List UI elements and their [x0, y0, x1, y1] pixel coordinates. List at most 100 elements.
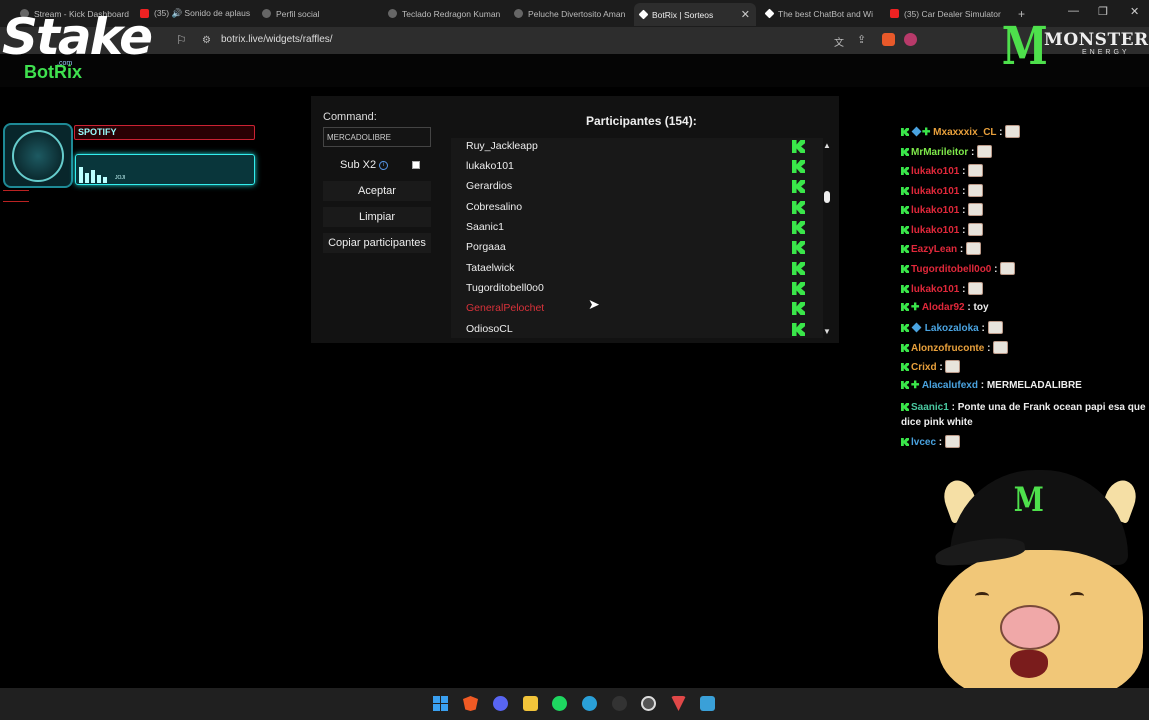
botrix-icon [638, 9, 649, 20]
tab-peluche[interactable]: Peluche Divertosito Aman [508, 4, 626, 23]
chat-username: lukako101 [911, 166, 960, 177]
address-bar: ⚐ ⚙ botrix.live/widgets/raffles/ 文 ⇪ [0, 27, 1149, 54]
botrix-icon [764, 8, 775, 19]
spotify-title: SPOTIFY [78, 127, 117, 137]
botrix-logo: BotRix [24, 62, 82, 82]
kick-badge-icon [901, 324, 909, 332]
accept-button[interactable]: Aceptar [323, 181, 431, 201]
maximize-icon[interactable]: ❐ [1098, 5, 1108, 18]
equalizer-bar [79, 167, 83, 183]
translate-icon[interactable]: 文 [834, 34, 844, 49]
kick-badge-icon [901, 245, 909, 253]
chat-message: EazyLean : [901, 242, 982, 255]
clear-button[interactable]: Limpiar [323, 207, 431, 227]
brave-rewards-icon[interactable] [904, 33, 917, 46]
bookmark-icon[interactable]: ⚐ [176, 33, 187, 47]
participants-list[interactable]: Ruy_Jackleapp lukako101 Gerardios Cobres… [451, 138, 823, 338]
chat-message: Tugorditobell0o0 : [901, 262, 1016, 275]
botrix-logo-suffix: .com [57, 60, 73, 67]
participant-name: Tugorditobell0o0 [466, 282, 544, 294]
tab-botrix-sorteos[interactable]: BotRix | Sorteos ✕ [634, 3, 756, 26]
list-item[interactable]: lukako101 [451, 158, 823, 178]
chat-message: Alonzofruconte : [901, 341, 1009, 354]
youtube-icon [890, 9, 899, 18]
list-item[interactable]: Saanic1 [451, 219, 823, 239]
close-window-icon[interactable]: ✕ [1130, 5, 1139, 18]
tab-perfil-social[interactable]: Perfil social [256, 4, 374, 23]
chat-message: lukako101 : [901, 203, 984, 216]
emote-icon [987, 321, 1003, 334]
emote-icon [968, 164, 984, 177]
chat-message: ✚ Mxaxxxix_CL : [901, 125, 1021, 138]
chat-username: lukako101 [911, 205, 960, 216]
list-item[interactable]: OdiosoCL [451, 321, 823, 338]
sub-x2-checkbox[interactable] [412, 161, 420, 169]
scrollbar-thumb[interactable] [824, 191, 830, 203]
chat-username: Alacalufexd [921, 380, 978, 391]
obs-icon[interactable] [612, 696, 627, 711]
list-item[interactable]: Tugorditobell0o0 [451, 280, 823, 300]
chat-username: lukako101 [911, 186, 960, 197]
monster-claw-logo: M [1001, 16, 1048, 77]
chat-message: MrMarileitor : [901, 145, 993, 158]
cat-eye-left [975, 592, 989, 600]
tab-teclado-redragon[interactable]: Teclado Redragon Kuman [382, 4, 500, 23]
plus-badge-icon: ✚ [911, 302, 920, 313]
kick-badge-icon [901, 148, 909, 156]
list-item[interactable]: GeneralPelochet [451, 300, 823, 320]
discord-icon[interactable] [493, 696, 508, 711]
emote-icon [945, 360, 961, 373]
chat-message: ✚ Alodar92 : toy [901, 302, 989, 313]
chat-username: Tugorditobell0o0 [911, 264, 992, 275]
cat-eye-right [1070, 592, 1084, 600]
brave-browser-icon[interactable] [463, 696, 478, 711]
tab-chatbot[interactable]: The best ChatBot and Wi [760, 4, 878, 23]
sub-badge-icon [911, 126, 922, 137]
kick-badge-icon [901, 167, 909, 175]
chat-username: lukako101 [911, 225, 960, 236]
sub-x2-label: Sub X2 [340, 159, 377, 171]
settings-icon[interactable] [641, 696, 656, 711]
app-window-icon[interactable] [700, 696, 715, 711]
decorative-lines [3, 190, 29, 202]
url-field[interactable]: botrix.live/widgets/raffles/ [221, 34, 333, 45]
vinyl-icon [12, 130, 64, 182]
site-info-icon[interactable]: ⚙ [202, 35, 211, 46]
list-item[interactable]: Cobresalino [451, 199, 823, 219]
chat-username: lvcec [911, 437, 937, 448]
scroll-up-arrow-icon[interactable]: ▲ [823, 141, 831, 150]
browser-tab-bar: Stream - Kick Dashboard (35) 🔊 Sonido de… [0, 0, 1149, 27]
close-tab-icon[interactable]: ✕ [741, 8, 750, 21]
copy-participants-button[interactable]: Copiar participantes [323, 233, 431, 253]
chat-username: Alonzofruconte [911, 343, 985, 354]
tab-sonido-aplausos[interactable]: (35) 🔊 Sonido de aplaus [134, 4, 252, 23]
kick-badge-icon [901, 381, 909, 389]
chat-username: EazyLean [911, 244, 958, 255]
list-item[interactable]: Porgaaa [451, 239, 823, 259]
list-item[interactable]: Gerardios [451, 178, 823, 198]
brave-shield-icon[interactable] [882, 33, 895, 46]
participant-name: Ruy_Jackleapp [466, 140, 538, 152]
chat-username: lukako101 [911, 284, 960, 295]
command-input[interactable] [323, 127, 431, 147]
list-item[interactable]: Tataelwick [451, 260, 823, 280]
scroll-down-arrow-icon[interactable]: ▼ [823, 327, 831, 336]
emote-icon [968, 184, 984, 197]
globe-icon [262, 9, 271, 18]
chat-message: Lakozaloka : [901, 321, 1003, 334]
spotify-icon[interactable] [552, 696, 567, 711]
chat-message: ✚ Alacalufexd : MERMELADALIBRE [901, 380, 1082, 391]
plus-badge-icon: ✚ [922, 127, 931, 138]
kick-badge-icon [901, 187, 909, 195]
minimize-icon[interactable]: — [1068, 5, 1079, 17]
participant-name: OdiosoCL [466, 323, 513, 335]
tab-car-dealer[interactable]: (35) Car Dealer Simulator [884, 4, 1002, 23]
windows-start-icon[interactable] [433, 696, 448, 711]
info-icon[interactable]: i [379, 161, 388, 170]
share-icon[interactable]: ⇪ [857, 33, 866, 46]
emote-icon [1005, 125, 1021, 138]
list-item[interactable]: Ruy_Jackleapp [451, 138, 823, 158]
edge-icon[interactable] [582, 696, 597, 711]
chat-username: Alodar92 [921, 302, 965, 313]
file-explorer-icon[interactable] [523, 696, 538, 711]
